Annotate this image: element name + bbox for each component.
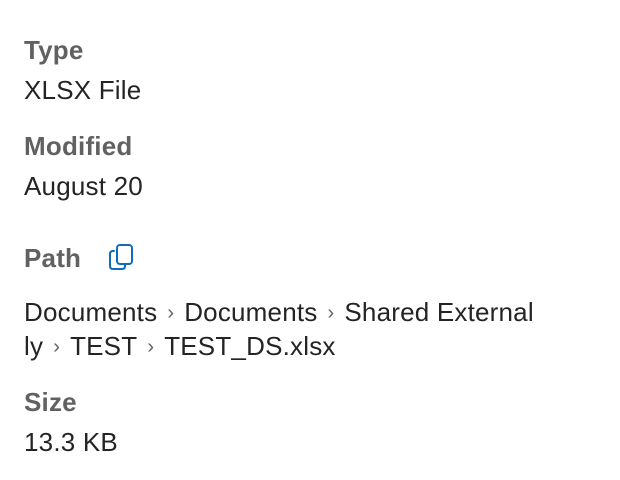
type-label: Type xyxy=(24,35,84,65)
chevron-right-icon: › xyxy=(327,302,335,324)
chevron-right-icon: › xyxy=(167,302,175,324)
copy-path-button[interactable] xyxy=(104,240,138,274)
breadcrumb-documents-root[interactable]: Documents xyxy=(24,297,157,327)
size-value: 13.3 KB xyxy=(24,427,118,457)
type-value: XLSX File xyxy=(24,75,142,105)
size-label: Size xyxy=(24,387,77,417)
modified-value: August 20 xyxy=(24,171,143,201)
breadcrumb-shared-externally-part1: Shared External xyxy=(344,297,534,327)
breadcrumb-file[interactable]: TEST_DS.xlsx xyxy=(164,331,335,361)
copy-icon xyxy=(109,244,133,270)
breadcrumb-documents[interactable]: Documents xyxy=(184,297,317,327)
path-label: Path xyxy=(24,243,82,273)
chevron-right-icon: › xyxy=(147,336,155,358)
breadcrumb-shared-externally-part2: ly xyxy=(24,331,44,361)
chevron-right-icon: › xyxy=(53,336,61,358)
modified-label: Modified xyxy=(24,131,133,161)
path-breadcrumb: Documents › Documents › Shared External ly › TE… xyxy=(24,296,600,364)
breadcrumb-test[interactable]: TEST xyxy=(70,331,137,361)
